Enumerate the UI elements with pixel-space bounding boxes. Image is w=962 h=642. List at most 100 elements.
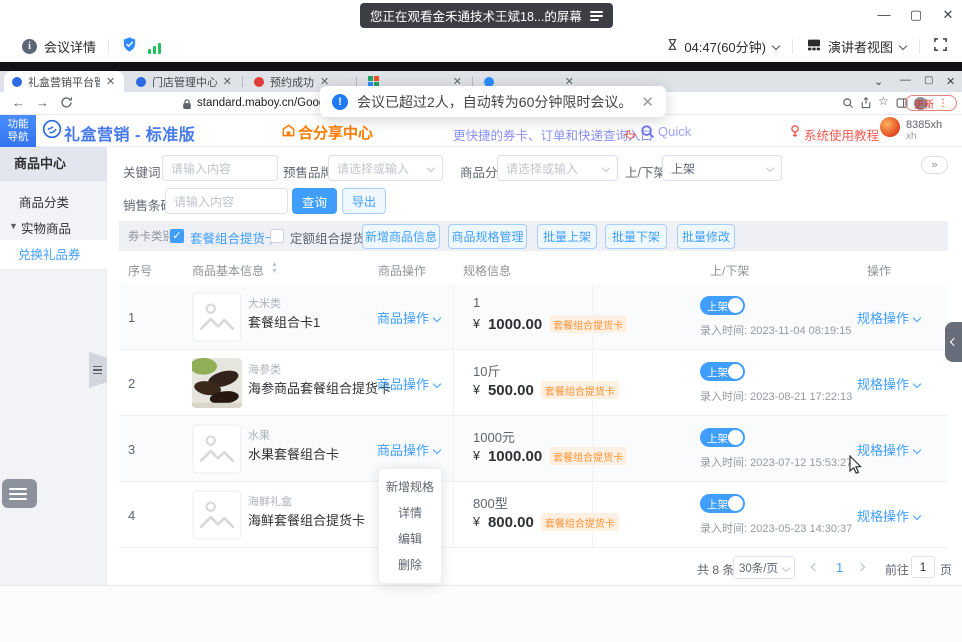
toggle-knob [728, 430, 743, 445]
spec-value: 1 [473, 295, 480, 310]
timer-hourglass-icon [666, 37, 679, 55]
chrome-update-button[interactable]: 更新 ⋮ [905, 95, 957, 111]
browser-tab-1[interactable]: 礼盒营销平台管理中心 ✕ [4, 71, 124, 92]
product-image-placeholder [192, 490, 242, 540]
share-center-link[interactable]: 合分享中心 [298, 122, 373, 143]
meeting-details-label[interactable]: 会议详情 [44, 37, 96, 56]
meeting-info-icon[interactable]: i [22, 39, 37, 54]
add-product-button[interactable]: 新增商品信息 [362, 224, 440, 249]
tab-close-icon[interactable]: ✕ [223, 75, 232, 88]
sidebar-item-gift-coupon[interactable]: 兑换礼品券 [0, 240, 107, 270]
product-op-dropdown-open[interactable]: 商品操作 [377, 440, 440, 459]
product-name: 套餐组合卡1 [248, 312, 320, 331]
user-avatar[interactable] [880, 117, 900, 137]
back-icon[interactable]: ← [12, 95, 25, 110]
shelf-select[interactable]: 上架 [662, 155, 782, 181]
quick-search-icon[interactable] [640, 124, 655, 144]
fullscreen-icon[interactable] [933, 37, 948, 55]
banner-menu-icon[interactable] [590, 9, 603, 23]
notice-close-icon[interactable]: ✕ [641, 93, 654, 111]
brand-label: 预售品牌 [283, 162, 333, 181]
combo-card-checkbox-label[interactable]: 套餐组合提货卡 [190, 228, 278, 247]
checkbox-combo-card-checked[interactable]: ✓ [170, 229, 184, 243]
toggle-knob [728, 298, 743, 313]
sidebar-item-category[interactable]: 商品分类 [19, 192, 69, 211]
shelf-toggle-on[interactable]: 上架 [700, 362, 745, 381]
goto-label: 前往 [885, 561, 909, 578]
product-op-dropdown[interactable]: 商品操作 [377, 308, 440, 327]
spec-op-dropdown[interactable]: 规格操作 [857, 308, 920, 327]
pagination-total: 共 8 条 [697, 561, 734, 578]
category-select[interactable]: 请选择或输入 [497, 155, 618, 181]
barcode-input[interactable]: 请输入内容 [165, 188, 288, 214]
checkbox-fixed-card-unchecked[interactable] [270, 229, 284, 243]
quick-link[interactable]: Quick [658, 124, 691, 139]
menu-item-edit[interactable]: 编辑 [379, 526, 441, 552]
reload-icon[interactable] [60, 96, 73, 112]
table-row: 1 大米类 套餐组合卡1 商品操作 1 ¥1000.00套餐组合提货卡 上架 录… [119, 284, 948, 350]
maximize-button[interactable]: ▢ [908, 7, 924, 23]
tab-favicon [484, 77, 494, 87]
minimize-button[interactable]: — [876, 7, 892, 23]
chevron-down-icon [433, 445, 441, 453]
network-signal-icon [148, 39, 163, 54]
sidebar-item-physical[interactable]: 实物商品 [21, 218, 71, 237]
menu-item-details[interactable]: 详情 [379, 500, 441, 526]
page-size-select[interactable]: 30条/页 [733, 556, 795, 579]
shelf-toggle-on[interactable]: 上架 [700, 494, 745, 513]
keyword-input[interactable]: 请输入内容 [162, 155, 278, 181]
spec-op-dropdown[interactable]: 规格操作 [857, 506, 920, 525]
menu-item-add-spec[interactable]: 新增规格 [379, 474, 441, 500]
browser-tab-2[interactable]: 门店管理中心 ✕ [128, 71, 240, 92]
goto-page-input[interactable]: 1 [911, 556, 935, 578]
spec-op-dropdown[interactable]: 规格操作 [857, 374, 920, 393]
timer-dropdown-icon[interactable] [772, 42, 780, 50]
tab-search-icon[interactable]: ⌄ [874, 75, 883, 88]
browser-close-icon[interactable]: ✕ [946, 75, 955, 88]
menu-item-delete[interactable]: 删除 [379, 552, 441, 578]
bookmark-star-icon[interactable]: ☆ [878, 94, 889, 108]
entry-time: 2023-11-04 08:19:15 [750, 325, 851, 337]
shelf-toggle-on[interactable]: 上架 [700, 428, 745, 447]
share-icon[interactable] [860, 97, 872, 112]
right-drawer-handle[interactable] [945, 322, 962, 362]
batch-edit-button[interactable]: 批量修改 [677, 224, 735, 249]
zoom-icon[interactable] [842, 97, 854, 112]
info-icon: ! [332, 94, 348, 110]
view-mode-label[interactable]: 演讲者视图 [828, 37, 893, 56]
close-button[interactable]: ✕ [940, 7, 956, 23]
current-page[interactable]: 1 [836, 560, 843, 575]
spec-manage-button[interactable]: 商品规格管理 [448, 224, 527, 249]
search-button[interactable]: 查询 [292, 188, 337, 214]
meeting-list-float-button[interactable] [2, 479, 37, 508]
col-header-info[interactable]: 商品基本信息 [192, 262, 264, 279]
sidebar-collapse-handle[interactable] [89, 352, 107, 388]
product-op-dropdown[interactable]: 商品操作 [377, 374, 440, 393]
tab-close-icon[interactable]: ✕ [106, 75, 115, 88]
view-dropdown-icon[interactable] [899, 42, 907, 50]
sidebar-title: 商品中心 [0, 147, 107, 181]
shelf-toggle-on[interactable]: 上架 [700, 296, 745, 315]
next-page-button[interactable] [857, 563, 865, 571]
barcode-placeholder: 请输入内容 [174, 193, 234, 210]
caret-down-icon: ▼ [9, 221, 18, 231]
export-button[interactable]: 导出 [342, 188, 386, 214]
card-type-tag: 套餐组合提货卡 [541, 513, 619, 531]
kebab-menu-icon[interactable]: ⋮ [938, 98, 948, 109]
table-row: 2 海参类 海参商品套餐组合提货卡 商品操作 10斤 ¥500.00套餐组合提货… [119, 350, 948, 416]
browser-restore-icon[interactable]: ▢ [924, 75, 933, 86]
sort-icon[interactable]: ▲▼ [271, 261, 278, 275]
toggle-label: 上架 [707, 299, 728, 314]
batch-on-shelf-button[interactable]: 批量上架 [537, 224, 597, 249]
function-nav-toggle[interactable]: 功能 导航 [0, 115, 36, 147]
forward-icon[interactable]: → [36, 95, 49, 110]
browser-minimize-icon[interactable]: — [900, 74, 911, 86]
ssl-lock-icon[interactable] [182, 97, 192, 115]
brand-select[interactable]: 请选择或输入 [328, 155, 443, 181]
system-tutorial-link[interactable]: 系统使用教程 [804, 125, 879, 144]
batch-off-shelf-button[interactable]: 批量下架 [605, 224, 667, 249]
spec-op-dropdown[interactable]: 规格操作 [857, 440, 920, 459]
filters-collapse-button[interactable]: » [921, 156, 948, 174]
security-shield-icon[interactable] [121, 36, 138, 56]
prev-page-button[interactable] [811, 563, 819, 571]
